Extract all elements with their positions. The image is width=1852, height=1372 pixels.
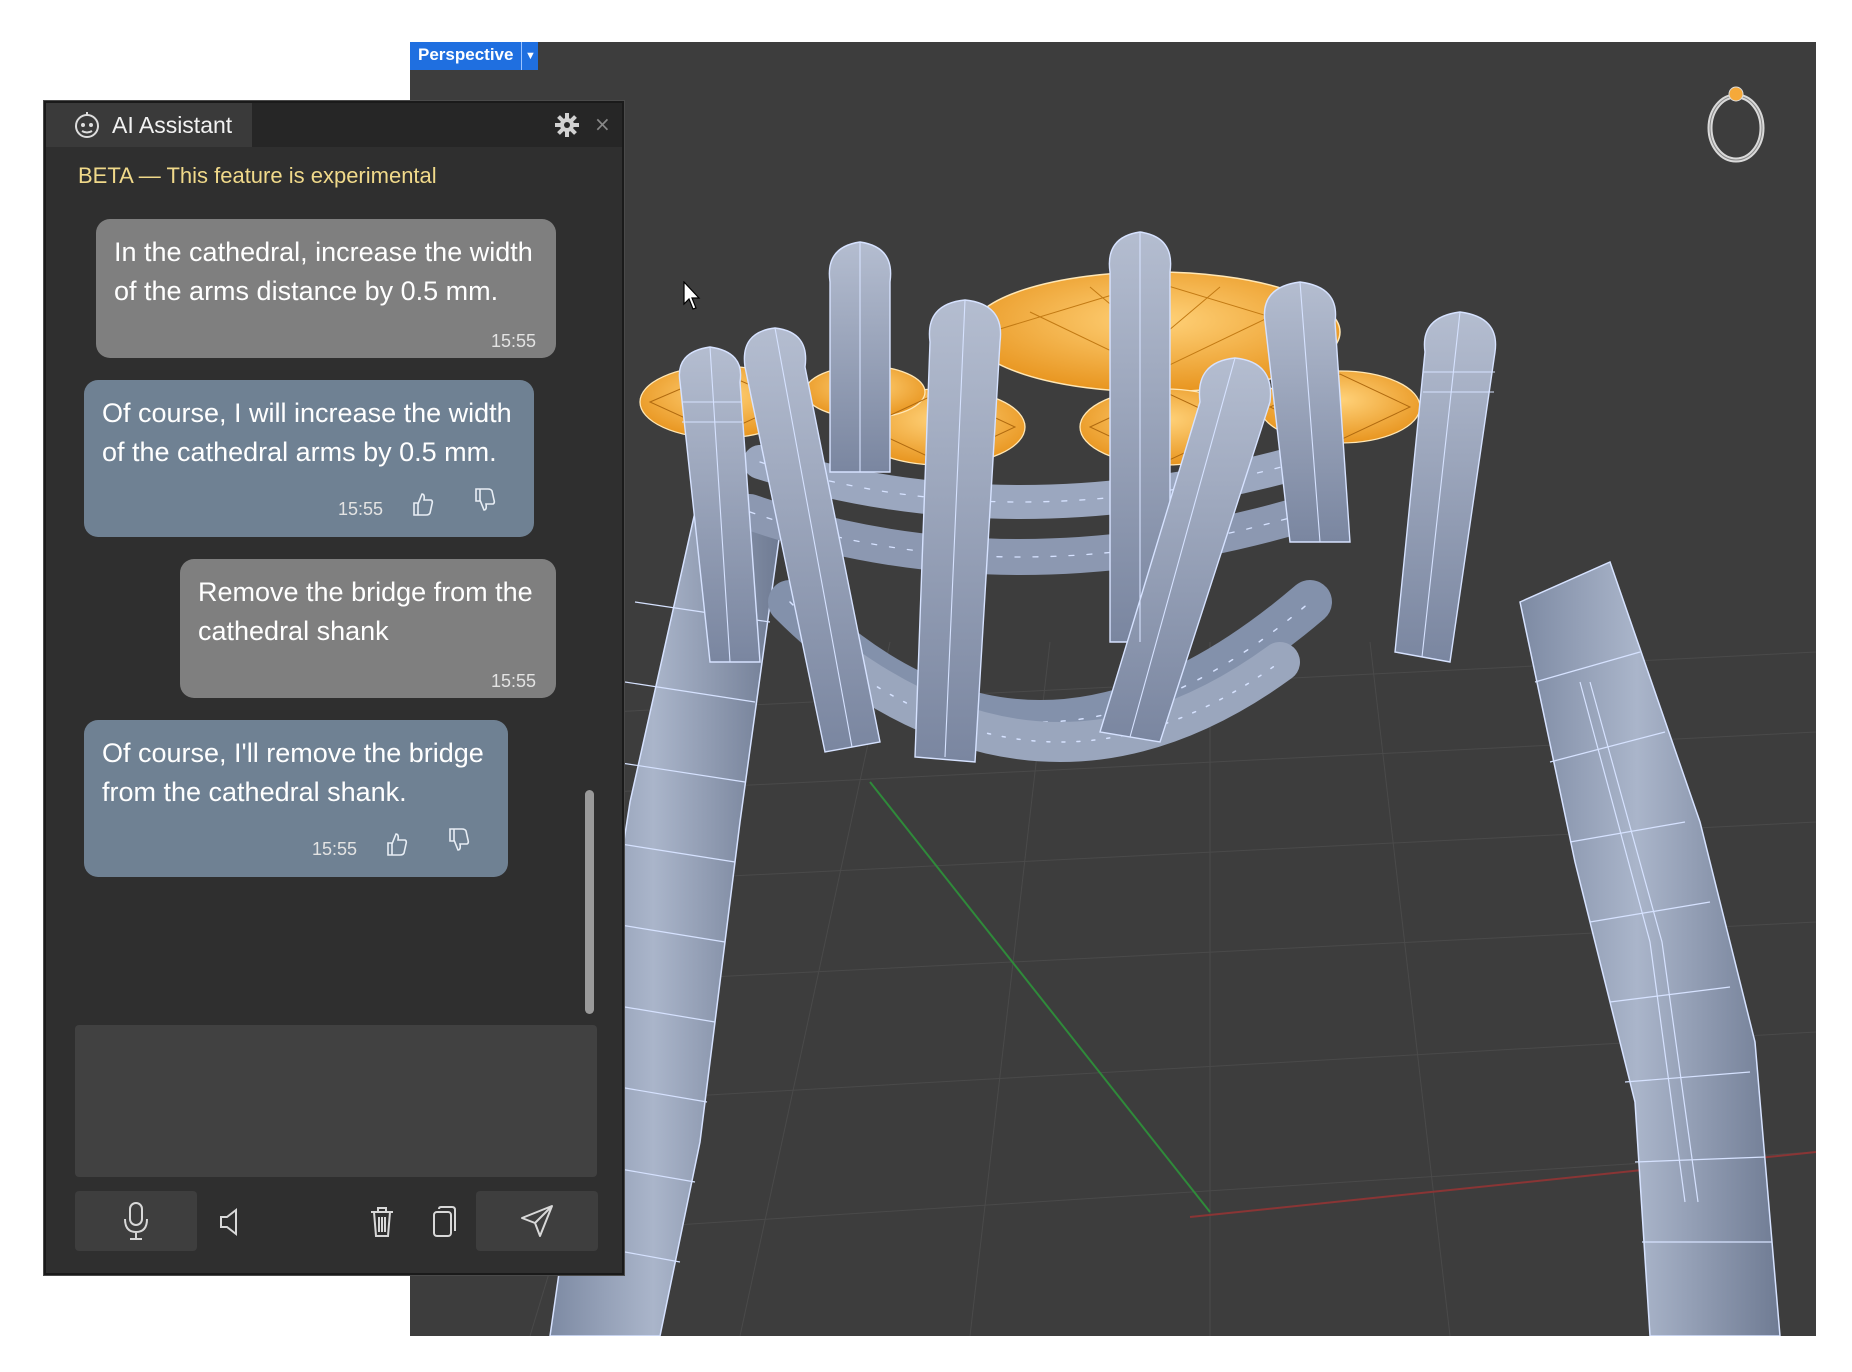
gear-icon[interactable] — [555, 113, 579, 137]
trash-icon — [371, 1207, 393, 1237]
chat-message-assistant: Of course, I'll remove the bridge from t… — [84, 720, 508, 877]
message-text: In the cathedral, increase the width of … — [114, 237, 533, 306]
beta-notice: BETA — This feature is experimental — [78, 163, 437, 188]
send-icon — [521, 1205, 553, 1237]
message-text: Of course, I will increase the width of … — [102, 398, 512, 467]
message-time: 15:55 — [312, 839, 358, 859]
panel-title: AI Assistant — [112, 111, 233, 138]
y-axis-line — [869, 781, 1211, 1213]
ring-thumbnail-icon[interactable] — [1700, 78, 1772, 168]
view-mode-selector[interactable]: Perspective ▼ — [410, 42, 539, 70]
speaker-button[interactable] — [206, 1195, 256, 1249]
thumbs-down-icon[interactable] — [472, 486, 498, 514]
message-time: 15:55 — [338, 499, 384, 519]
copy-icon — [433, 1206, 456, 1237]
shank-right — [1519, 560, 1781, 1336]
thumbs-down-icon[interactable] — [446, 826, 472, 854]
message-time: 15:55 — [491, 671, 537, 691]
triangle-down-icon[interactable]: ▼ — [521, 42, 538, 70]
message-text: Of course, I'll remove the bridge from t… — [102, 738, 484, 807]
message-time: 15:55 — [491, 331, 537, 351]
message-input[interactable] — [75, 1025, 597, 1177]
mouse-cursor-icon — [683, 281, 701, 310]
ai-assistant-panel: AI Assistant × BETA — This feature is ex… — [44, 101, 624, 1275]
microphone-button[interactable] — [75, 1191, 197, 1251]
speaker-icon — [220, 1207, 237, 1237]
chat-message-user: In the cathedral, increase the width of … — [96, 219, 556, 358]
view-label-text[interactable]: Perspective — [410, 42, 521, 70]
chat-message-user: Remove the bridge from the cathedral sha… — [180, 559, 556, 698]
chat-message-assistant: Of course, I will increase the width of … — [84, 380, 534, 537]
chat-scrollbar[interactable] — [585, 790, 594, 1014]
microphone-icon — [124, 1202, 148, 1240]
robot-icon — [75, 112, 99, 138]
thumbs-up-icon[interactable] — [384, 830, 410, 858]
copy-button[interactable] — [421, 1195, 467, 1249]
tab-ai-assistant[interactable]: AI Assistant — [46, 103, 252, 147]
send-button[interactable] — [476, 1191, 598, 1251]
close-button[interactable]: × — [594, 112, 611, 136]
panel-header: AI Assistant × — [46, 103, 622, 147]
thumbs-up-icon[interactable] — [410, 490, 436, 518]
message-text: Remove the bridge from the cathedral sha… — [198, 577, 533, 646]
clear-chat-button[interactable] — [359, 1195, 405, 1249]
